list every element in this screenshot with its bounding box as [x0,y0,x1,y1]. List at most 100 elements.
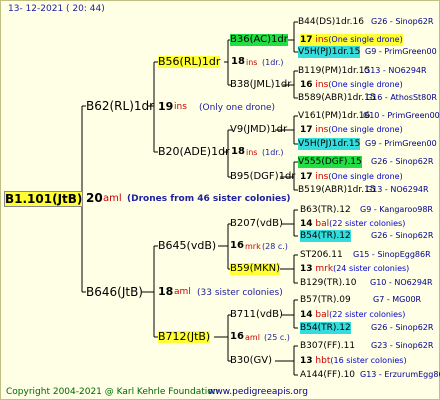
gen1-queen[interactable]: B62(RL)1dr [86,99,154,113]
gen3-num: 17 [300,35,313,45]
gen1-note: (Only one drone) [199,103,276,113]
gen3-queen[interactable]: B95(DGF)1dr [230,171,295,183]
date-stamp: 13- 12-2021 ( 20: 44) [8,4,105,14]
root-ins: aml [103,193,122,204]
gen4-queen[interactable]: B307(FF).11 [300,340,355,352]
gen2-queen[interactable]: B712(JtB) [158,331,211,343]
gen4-queen[interactable]: B119(PM)1dr.15 [298,65,370,77]
gen2-ins: aml [245,333,260,342]
gen3-note: (22 sister colonies) [329,310,406,319]
gen3-info: 17 ins(One single drone) [300,171,403,183]
gen3-ins: bal [315,310,330,320]
gen3-queen[interactable]: B30(GV) [230,355,272,367]
root-num: 20 [86,191,103,205]
gen4-ref: G26 - Sinop62R [371,157,434,166]
gen4-ref: G9 - PrimGreen00 [365,139,437,148]
gen4-queen[interactable]: B129(TR).10 [300,277,356,289]
gen2-queen[interactable]: B20(ADE)1dr [158,146,230,158]
gen4-ref: G10 - PrimGreen00 [363,111,440,120]
gen4-queen[interactable]: V5H(PJ)1dr.15 [298,46,361,58]
gen2-num: 16 [230,240,244,251]
gen3-ins: hbt [315,356,331,366]
root-note: (Drones from 46 sister colonies) [127,194,291,204]
gen4-queen[interactable]: V555(DGF).15 [298,156,362,168]
gen4-ref: G26 - Sinop62R [371,231,434,240]
gen3-ins: mrk [315,264,334,274]
gen4-ref: G9 - PrimGreen00 [365,47,437,56]
gen3-queen[interactable]: B59(MKN) [230,263,281,275]
gen4-queen[interactable]: B57(TR).09 [300,294,351,306]
gen4-queen[interactable]: B519(ABR)1dr.15 [298,184,376,196]
gen2-ins: ins [246,58,258,67]
gen2-num: 16 [230,331,244,342]
gen3-ins: ins [315,80,329,90]
gen3-num: 14 [300,219,313,229]
gen4-ref: G13 - ErzurumEgg86R [360,370,440,379]
gen4-queen[interactable]: B54(TR).12 [300,322,351,334]
gen4-ref: G23 - Sinop62R [371,341,434,350]
gen1-num: 19 [158,100,174,113]
gen3-num: 17 [300,125,313,135]
gen3-info: 13 mrk(24 sister colonies) [300,263,409,275]
gen4-ref: G9 - Kangaroo98R [360,205,433,214]
gen1-num: 18 [158,285,174,298]
gen4-ref: G16 - AthosSt80R [366,93,437,102]
gen1-ins: aml [174,287,191,297]
gen4-ref: G26 - Sinop62R [371,323,434,332]
gen4-queen[interactable]: B589(ABR)1dr.15 [298,92,376,104]
gen3-note: (One single drone) [328,80,403,89]
gen4-queen[interactable]: A144(FF).10 [300,369,355,381]
gen4-ref: G26 - Sinop62R [371,17,434,26]
gen4-ref: G7 - MG00R [373,295,422,304]
gen3-ins: ins [315,172,329,182]
gen4-queen[interactable]: V161(PM)1dr.16 [298,110,370,122]
gen4-queen[interactable]: ST206.11 [300,249,343,261]
gen4-queen[interactable]: B44(DS)1dr.16 [298,16,364,28]
gen2-num: 18 [231,146,245,157]
gen3-info: 14 bal(22 sister colonies) [300,309,405,321]
gen3-queen[interactable]: B207(vdB) [230,218,283,230]
gen3-note: (22 sister colonies) [329,219,406,228]
root-queen[interactable]: B1.101(JtB) [4,191,84,207]
gen1-note: (33 sister colonies) [197,288,283,298]
gen3-note: (One single drone) [328,125,403,134]
gen3-num: 14 [300,310,313,320]
site-link[interactable]: www.pedigreeapis.org [208,386,308,398]
gen4-queen[interactable]: B63(TR).12 [300,204,351,216]
gen2-ins: mrk [245,242,261,251]
gen3-note: (One single drone) [328,35,403,44]
gen2-ins: ins [246,148,258,157]
gen3-queen[interactable]: B36(AC)1dr [230,34,288,46]
gen3-num: 13 [300,356,313,366]
gen3-num: 17 [300,172,313,182]
gen1-queen[interactable]: B646(JtB) [86,285,143,299]
gen4-ref: G13 - NO6294R [366,185,429,194]
gen3-num: 16 [300,80,313,90]
gen4-ref: G15 - SinopEgg86R [353,250,431,259]
gen2-note: (25 c.) [264,333,290,342]
gen2-queen[interactable]: B645(vdB) [158,240,216,252]
gen3-num: 13 [300,264,313,274]
gen3-info: 17 ins(One single drone) [300,124,403,136]
copyright-text: Copyright 2004-2021 @ Karl Kehrle Founda… [6,387,219,397]
gen4-ref: G13 - NO6294R [364,66,427,75]
gen3-info: 13 hbt(16 sister colonies) [300,355,407,367]
gen1-ins: ins [174,102,187,112]
gen3-note: (16 sister colonies) [330,356,407,365]
gen3-note: (One single drone) [328,172,403,181]
gen4-queen[interactable]: V5H(PJ)1dr.15 [298,138,361,150]
gen3-info: 14 bal(22 sister colonies) [300,218,405,230]
gen2-note: (1dr.) [262,148,284,157]
gen3-info: 17 ins(One single drone) [300,34,403,46]
gen3-ins: ins [315,125,329,135]
gen2-queen[interactable]: B56(RL)1dr [158,56,221,68]
gen3-queen[interactable]: V9(JMD)1dr [230,124,287,136]
gen3-note: (24 sister colonies) [333,264,410,273]
gen2-note: (28 c.) [262,242,288,251]
gen3-queen[interactable]: B38(JML)1dr [230,79,291,91]
gen2-note: (1dr.) [262,58,284,67]
gen2-num: 18 [231,56,245,67]
gen3-info: 16 ins(One single drone) [300,79,403,91]
gen4-queen[interactable]: B54(TR).12 [300,230,351,242]
gen3-queen[interactable]: B711(vdB) [230,309,283,321]
